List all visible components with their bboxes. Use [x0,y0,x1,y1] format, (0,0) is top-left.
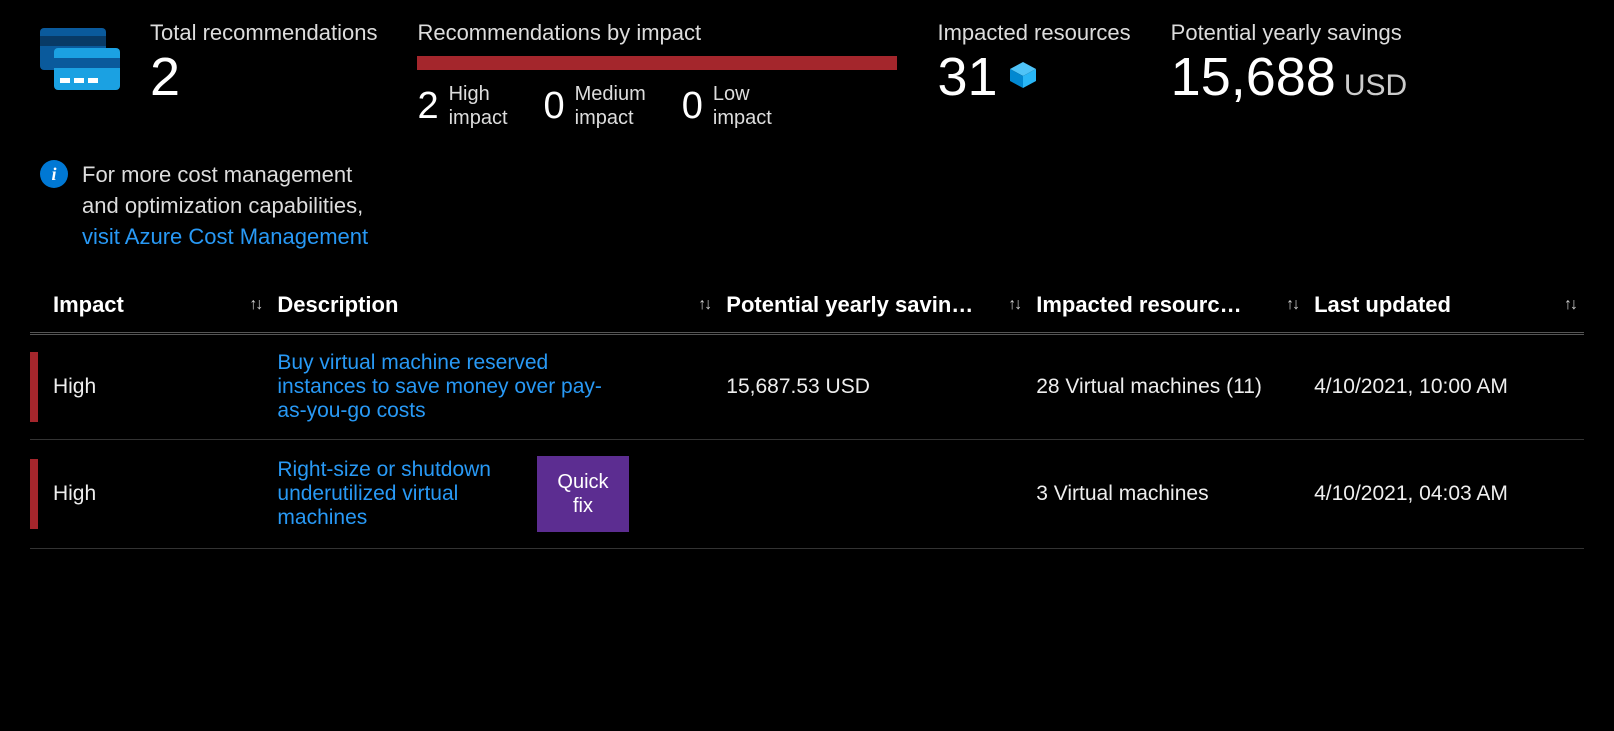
potential-savings-label: Potential yearly savings [1171,20,1408,46]
total-recommendations-block: Total recommendations 2 [30,20,377,105]
potential-savings-currency: USD [1344,69,1407,103]
sort-icon: ↑↓ [1008,296,1020,314]
header-impact-label: Impact [53,292,124,318]
summary-row: Total recommendations 2 Recommendations … [30,20,1584,130]
low-impact-label: Lowimpact [713,82,772,130]
sort-icon: ↑↓ [698,296,710,314]
medium-impact-label: Mediumimpact [575,82,646,130]
recommendations-table: Impact ↑↓ Description ↑↓ Potential yearly … [30,282,1584,549]
cell-updated: 4/10/2021, 04:03 AM [1306,440,1584,549]
cell-updated: 4/10/2021, 10:00 AM [1306,334,1584,440]
info-banner: i For more cost management and optimizat… [40,160,1584,252]
header-description-label: Description [277,292,398,318]
header-updated[interactable]: Last updated ↑↓ [1306,282,1584,334]
medium-impact-count: 0 [544,85,565,128]
cell-savings [718,440,1028,549]
impacted-resources-label: Impacted resources [937,20,1130,46]
cell-savings: 15,687.53 USD [718,334,1028,440]
potential-savings-value: 15,688 [1171,50,1336,104]
cost-management-link[interactable]: visit Azure Cost Management [82,224,368,249]
impacted-resources-block: Impacted resources 31 [937,20,1130,104]
header-impact[interactable]: Impact ↑↓ [45,282,269,334]
header-savings-label: Potential yearly savin… [726,292,973,318]
impact-marker [30,459,38,529]
header-updated-label: Last updated [1314,292,1451,318]
cube-icon [1008,60,1038,90]
impact-label: Recommendations by impact [417,20,897,46]
high-impact-label: Highimpact [449,82,508,130]
credit-cards-icon [30,20,130,105]
header-savings[interactable]: Potential yearly savin… ↑↓ [718,282,1028,334]
medium-impact-item: 0 Mediumimpact [544,82,646,130]
table-row[interactable]: High Buy virtual machine reserved instan… [30,334,1584,440]
header-resources[interactable]: Impacted resourc… ↑↓ [1028,282,1306,334]
potential-savings-block: Potential yearly savings 15,688 USD [1171,20,1408,104]
high-impact-count: 2 [417,85,438,128]
info-icon: i [40,160,68,188]
cell-impact: High [45,334,269,440]
recommendation-link[interactable]: Right-size or shutdown underutilized vir… [277,458,517,530]
low-impact-count: 0 [682,85,703,128]
impact-bar [417,56,897,70]
low-impact-item: 0 Lowimpact [682,82,772,130]
cell-resources: 3 Virtual machines [1036,482,1298,506]
total-recommendations-value: 2 [150,50,377,104]
total-recommendations-label: Total recommendations [150,20,377,46]
impacted-resources-value: 31 [937,50,997,104]
sort-icon: ↑↓ [1286,296,1298,314]
quick-fix-button[interactable]: Quickfix [537,456,628,532]
header-resources-label: Impacted resourc… [1036,292,1241,318]
high-impact-item: 2 Highimpact [417,82,507,130]
table-row[interactable]: High Right-size or shutdown underutilize… [30,440,1584,549]
info-text-line2: and optimization capabilities, [82,193,363,218]
recommendations-by-impact-block: Recommendations by impact 2 Highimpact 0… [417,20,897,130]
info-text-line1: For more cost management [82,162,352,187]
sort-icon: ↑↓ [249,296,261,314]
header-description[interactable]: Description ↑↓ [269,282,718,334]
recommendation-link[interactable]: Buy virtual machine reserved instances t… [277,351,617,423]
sort-icon: ↑↓ [1564,296,1576,314]
impact-marker [30,352,38,422]
cell-impact: High [45,440,269,549]
cell-resources: 28 Virtual machines (11) [1036,375,1298,399]
